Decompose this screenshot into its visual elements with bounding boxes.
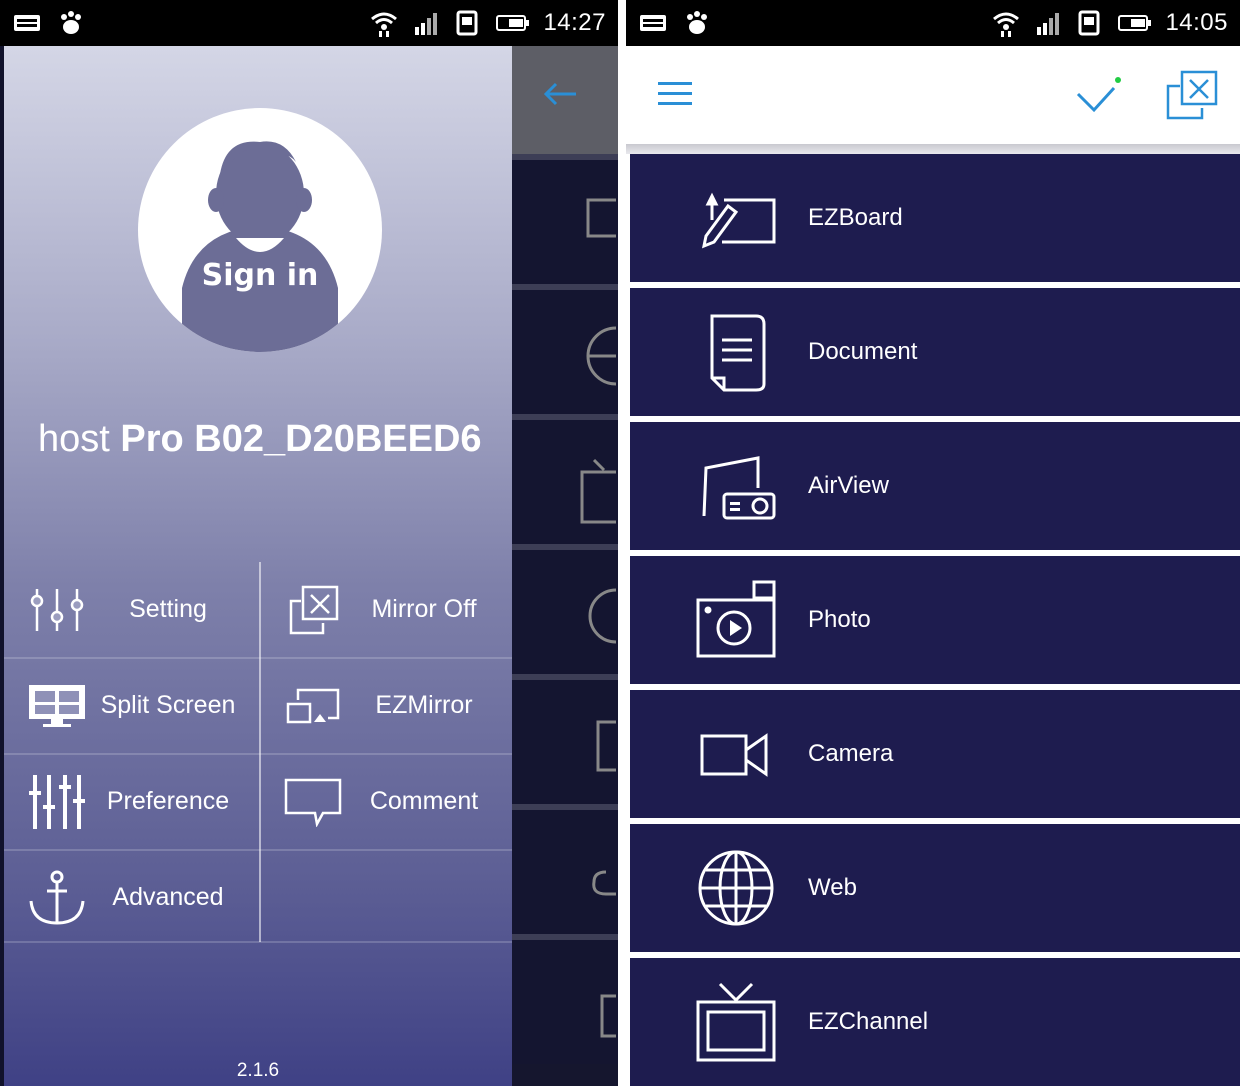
disc-icon <box>588 588 616 644</box>
mirror-off-icon <box>289 585 339 634</box>
photo-icon <box>696 580 776 658</box>
tv-icon <box>696 982 776 1062</box>
left-phone-screen: 14:27 Sign in host Pro B02_D20BEED6 Sett… <box>0 0 618 1086</box>
feature-airview[interactable]: AirView <box>630 422 1240 550</box>
status-bar: 14:05 <box>626 0 1240 46</box>
feature-label: EZChannel <box>808 1008 929 1035</box>
grid-icon <box>596 720 616 772</box>
feature-label: AirView <box>808 472 889 499</box>
sliders-icon <box>30 588 84 631</box>
ezmirror-icon <box>286 688 340 723</box>
feature-document[interactable]: Document <box>630 288 1240 416</box>
feature-photo[interactable]: Photo <box>630 556 1240 684</box>
menu-item-label: Setting <box>129 595 207 623</box>
feature-camera[interactable]: Camera <box>630 690 1240 818</box>
feature-ezchannel[interactable]: EZChannel <box>630 958 1240 1086</box>
host-name: host Pro B02_D20BEED6 <box>38 418 482 461</box>
status-time: 14:05 <box>1165 9 1228 36</box>
feature-label: Camera <box>808 740 894 767</box>
usb-icon <box>600 994 616 1038</box>
globe-icon <box>586 326 616 386</box>
keyboard-icon <box>640 15 666 31</box>
paw-icon <box>687 11 707 34</box>
paw-icon <box>61 11 81 34</box>
background-row <box>512 154 618 284</box>
divider <box>4 941 512 943</box>
app-version: 2.1.6 <box>236 1060 280 1081</box>
equalizer-icon <box>29 774 85 829</box>
menu-item-label: Advanced <box>112 883 224 911</box>
feature-label: Document <box>808 338 918 365</box>
document-icon <box>710 314 766 392</box>
right-phone-screen: 14:05 EZBoard Document AirView Photo Cam… <box>626 0 1240 1086</box>
menu-item-advanced[interactable]: Advanced <box>4 850 258 945</box>
feature-label: Photo <box>808 606 871 633</box>
host-prefix: host <box>38 418 110 460</box>
signal-icon <box>1037 13 1060 35</box>
background-row <box>512 284 618 414</box>
video-camera-icon <box>700 733 768 777</box>
comment-icon <box>284 778 342 827</box>
split-screen-icon <box>29 684 85 727</box>
host-device-name: Pro B02_D20BEED6 <box>120 418 482 460</box>
menu-item-label: Preference <box>106 787 230 815</box>
vertical-divider <box>259 562 261 942</box>
sim-icon <box>1078 10 1100 36</box>
app-toolbar <box>626 46 1240 144</box>
menu-item-setting[interactable]: Setting <box>4 562 258 657</box>
status-time: 14:27 <box>543 9 606 36</box>
feature-ezboard[interactable]: EZBoard <box>630 154 1240 282</box>
anchor-icon <box>29 870 85 925</box>
hamburger-menu-icon[interactable] <box>654 76 700 112</box>
menu-item-split-screen[interactable]: Split Screen <box>4 658 258 753</box>
navigation-drawer: Sign in host Pro B02_D20BEED6 Setting Mi… <box>4 46 512 1086</box>
signal-icon <box>415 13 438 35</box>
background-row <box>512 934 618 1064</box>
menu-item-label: Comment <box>369 787 479 815</box>
user-avatar-icon <box>182 141 338 352</box>
mirror-off-icon[interactable] <box>1164 68 1220 122</box>
menu-item-label: EZMirror <box>375 691 473 719</box>
keyboard-icon <box>14 15 40 31</box>
sim-icon <box>456 10 478 36</box>
sign-in-avatar[interactable]: Sign in <box>138 108 382 352</box>
feature-web[interactable]: Web <box>630 824 1240 952</box>
sign-in-label: Sign in <box>201 258 319 293</box>
background-row <box>512 674 618 804</box>
checkmark-icon[interactable] <box>1074 70 1126 122</box>
globe-icon <box>698 850 774 926</box>
wifi-icon <box>993 12 1020 37</box>
background-row <box>512 414 618 544</box>
projector-icon <box>702 456 776 520</box>
background-toolbar <box>512 46 618 154</box>
menu-item-preference[interactable]: Preference <box>4 754 258 849</box>
background-row <box>512 804 618 934</box>
menu-item-mirror-off[interactable]: Mirror Off <box>260 562 514 657</box>
whiteboard-pencil-icon <box>701 192 776 249</box>
back-arrow-icon[interactable] <box>542 80 578 108</box>
menu-item-label: Mirror Off <box>371 595 477 623</box>
feature-label: EZBoard <box>808 204 903 231</box>
wifi-icon <box>371 12 398 37</box>
battery-icon <box>1118 15 1152 31</box>
drawer-menu: Setting Mirror Off Split Screen EZMirror… <box>4 562 514 945</box>
background-screen <box>512 46 618 1086</box>
cloud-icon <box>592 870 616 896</box>
toolbar-shadow <box>626 144 1240 154</box>
menu-item-ezmirror[interactable]: EZMirror <box>260 658 514 753</box>
tv-icon <box>580 458 616 524</box>
menu-item-comment[interactable]: Comment <box>260 754 514 849</box>
status-bar: 14:27 <box>0 0 618 46</box>
menu-item-label: Split Screen <box>100 691 236 719</box>
battery-icon <box>496 15 530 31</box>
whiteboard-icon <box>586 198 616 238</box>
background-row <box>512 544 618 674</box>
feature-label: Web <box>808 874 857 901</box>
